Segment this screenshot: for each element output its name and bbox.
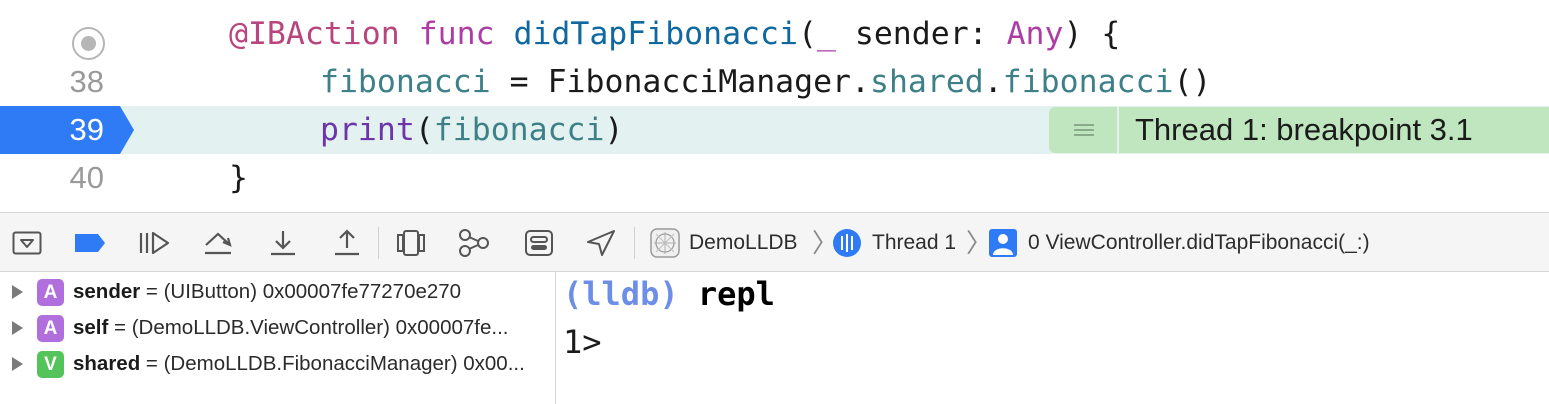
breadcrumb-target-label: DemoLLDB [689,231,798,254]
disclosure-triangle-icon[interactable] [12,321,23,335]
variable-text: sender = (UIButton) 0x00007fe77270e270 [73,280,462,303]
disclosure-triangle-icon[interactable] [12,285,23,299]
breadcrumb-frame[interactable]: 0 ViewController.didTapFibonacci(_:) [988,225,1370,261]
step-over-icon[interactable] [200,225,236,261]
debug-memory-graph-icon[interactable] [456,225,492,261]
line-number[interactable]: 39 [0,106,104,154]
source-editor[interactable]: @IBAction func didTapFibonacci(_ sender:… [0,0,1549,212]
breakpoint-disabled-icon[interactable] [72,27,105,60]
disclosure-triangle-icon[interactable] [12,357,23,371]
variables-view: A sender = (UIButton) 0x00007fe77270e270… [0,272,556,404]
repl-prompt: 1> [563,323,602,361]
code-text: @IBAction func didTapFibonacci(_ sender:… [229,16,1121,52]
debug-bar: DemoLLDB 〉 Thread 1 〉 0 ViewController.d… [0,212,1549,272]
lldb-console[interactable]: (lldb) repl 1> [557,272,1549,404]
breadcrumb-thread-label: Thread 1 [872,231,957,254]
line-number[interactable]: 40 [0,154,104,202]
environment-overrides-icon[interactable] [522,225,556,261]
lldb-prompt: (lldb) [563,275,679,313]
thread-indicator-label: Thread 1: breakpoint 3.1 [1119,107,1549,153]
breadcrumb-target[interactable]: DemoLLDB [650,225,798,261]
simulate-location-icon[interactable] [584,225,618,261]
breadcrumb-thread[interactable]: Thread 1 [832,225,956,261]
variable-text: self = (DemoLLDB.ViewController) 0x00007… [73,316,509,339]
variable-text: shared = (DemoLLDB.FibonacciManager) 0x0… [73,352,525,375]
step-out-icon[interactable] [330,225,364,261]
line-number[interactable]: 38 [0,58,104,106]
argument-badge-icon: A [37,314,64,342]
breadcrumb-frame-label: 0 ViewController.didTapFibonacci(_:) [1028,231,1370,254]
list-icon[interactable] [1049,107,1117,153]
code-line-38[interactable]: 38 fibonacci = FibonacciManager.shared.f… [0,58,1549,106]
variable-row[interactable]: A sender = (UIButton) 0x00007fe77270e270 [0,274,556,310]
thread-icon [833,229,861,257]
toolbar-divider [634,227,635,259]
thread-indicator-badge[interactable]: Thread 1: breakpoint 3.1 [1049,107,1549,153]
code-text: fibonacci = FibonacciManager.shared.fibo… [320,64,1212,100]
variable-row[interactable]: V shared = (DemoLLDB.FibonacciManager) 0… [0,346,556,382]
code-text: print(fibonacci) [320,112,624,148]
variable-badge-icon: V [37,350,64,378]
console-command-line: (lldb) repl [563,272,775,316]
hide-debug-area-icon[interactable] [10,225,44,261]
toolbar-divider [378,227,379,259]
app-target-icon [650,228,680,258]
debug-view-hierarchy-icon[interactable] [394,225,428,261]
code-line-40[interactable]: 40 } [0,154,1549,202]
code-text: } [229,160,248,196]
step-into-icon[interactable] [266,225,300,261]
stack-frame-icon [989,229,1017,257]
continue-icon[interactable] [136,225,172,261]
variable-row[interactable]: A self = (DemoLLDB.ViewController) 0x000… [0,310,556,346]
console-repl-line[interactable]: 1> [563,320,602,364]
console-command: repl [678,275,775,313]
argument-badge-icon: A [37,278,64,306]
code-line-37[interactable]: @IBAction func didTapFibonacci(_ sender:… [0,10,1549,60]
breakpoints-toggle-icon[interactable] [72,225,108,261]
